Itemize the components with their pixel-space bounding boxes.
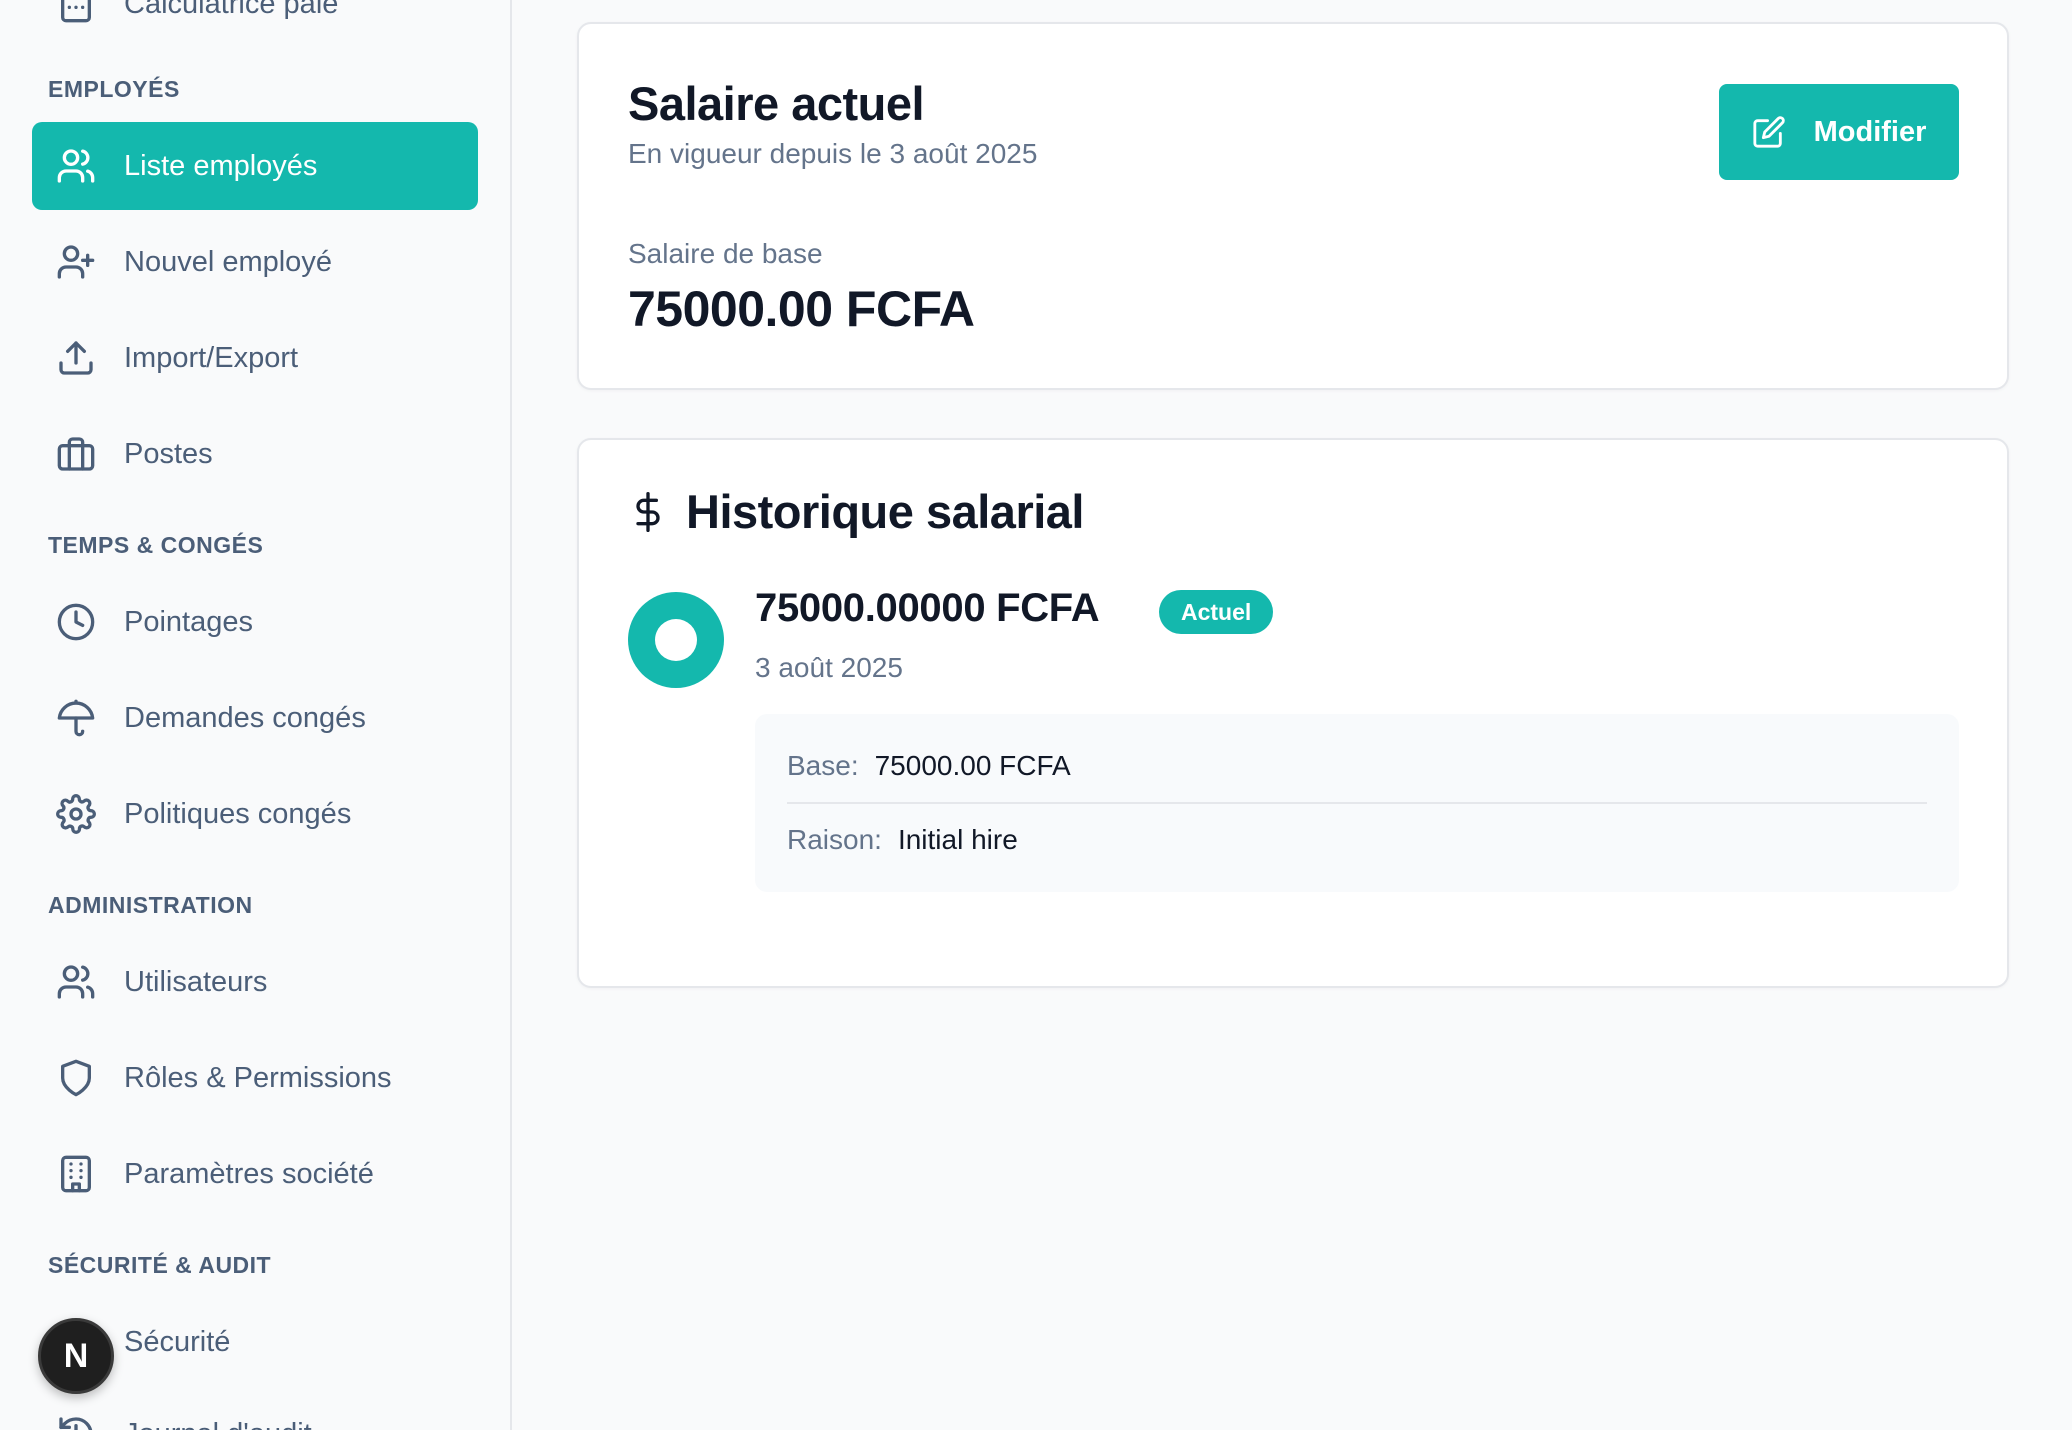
sidebar-item-liste-employes[interactable]: Liste employés [32, 122, 478, 210]
sidebar-item-calculatrice-paie[interactable]: Calculatrice paie [32, 0, 478, 48]
sidebar-item-utilisateurs[interactable]: Utilisateurs [32, 938, 478, 1026]
sidebar-item-label: Calculatrice paie [124, 0, 339, 20]
detail-row-reason: Raison: Initial hire [787, 824, 1018, 856]
sidebar-item-label: Paramètres société [124, 1157, 374, 1190]
briefcase-icon [56, 434, 96, 474]
user-plus-icon [56, 242, 96, 282]
detail-value: Initial hire [897, 824, 1018, 855]
avatar-letter: N [63, 1336, 89, 1375]
upload-icon [56, 338, 96, 378]
clock-icon [56, 602, 96, 642]
divider [787, 802, 1927, 804]
status-badge: Actuel [1159, 590, 1274, 634]
modify-button[interactable]: Modifier [1719, 84, 1959, 180]
umbrella-icon [56, 698, 96, 738]
sidebar-item-journal-audit[interactable]: Journal d'audit [32, 1390, 478, 1430]
base-salary-amount: 75000.00 FCFA [628, 281, 975, 337]
detail-key: Raison: [787, 824, 882, 855]
current-salary-subtitle: En vigueur depuis le 3 août 2025 [628, 138, 1038, 169]
sidebar-item-demandes-conges[interactable]: Demandes congés [32, 674, 478, 762]
sidebar-item-label: Rôles & Permissions [124, 1061, 392, 1094]
avatar[interactable]: N [38, 1318, 114, 1394]
building-icon [56, 1154, 96, 1194]
shield-icon [56, 1058, 96, 1098]
sidebar-section-temps-conges: TEMPS & CONGÉS [48, 532, 264, 558]
current-salary-title: Salaire actuel [628, 77, 925, 130]
users-icon [56, 962, 96, 1002]
sidebar: Calculatrice paie EMPLOYÉS Liste employé… [0, 0, 512, 1430]
sidebar-item-parametres-societe[interactable]: Paramètres société [32, 1130, 478, 1218]
timeline-dot [628, 592, 724, 688]
history-icon [56, 1414, 96, 1430]
detail-key: Base: [787, 750, 859, 781]
sidebar-item-label: Journal d'audit [124, 1418, 312, 1430]
modify-button-label: Modifier [1813, 115, 1927, 148]
sidebar-item-label: Politiques congés [124, 797, 352, 830]
sidebar-item-label: Liste employés [124, 149, 318, 182]
sidebar-item-label: Utilisateurs [124, 965, 268, 998]
sidebar-section-administration: ADMINISTRATION [48, 892, 253, 918]
sidebar-item-nouvel-employe[interactable]: Nouvel employé [32, 218, 478, 306]
sidebar-item-label: Postes [124, 437, 213, 470]
dollar-icon [628, 491, 668, 532]
history-entry-details: Base: 75000.00 FCFA Raison: Initial hire [755, 714, 1959, 892]
gear-icon [56, 794, 96, 834]
sidebar-item-label: Demandes congés [124, 701, 366, 734]
sidebar-item-politiques-conges[interactable]: Politiques congés [32, 770, 478, 858]
detail-value: 75000.00 FCFA [874, 750, 1071, 781]
detail-row-base: Base: 75000.00 FCFA [787, 750, 1071, 782]
history-entry-amount: 75000.00000 FCFA [755, 586, 1100, 630]
app: Calculatrice paie EMPLOYÉS Liste employé… [0, 0, 2072, 1430]
sidebar-item-roles-permissions[interactable]: Rôles & Permissions [32, 1034, 478, 1122]
salary-history-card: Historique salarial 75000.00000 FCFA Act… [577, 438, 2009, 988]
sidebar-item-import-export[interactable]: Import/Export [32, 314, 478, 402]
sidebar-item-label: Import/Export [124, 341, 299, 374]
sidebar-section-securite-audit: SÉCURITÉ & AUDIT [48, 1252, 272, 1278]
sidebar-item-label: Sécurité [124, 1325, 231, 1358]
sidebar-item-label: Pointages [124, 605, 253, 638]
history-entry-date: 3 août 2025 [755, 652, 903, 683]
sidebar-item-label: Nouvel employé [124, 245, 332, 278]
current-salary-card: Salaire actuel En vigueur depuis le 3 ao… [577, 22, 2009, 390]
salary-history-title: Historique salarial [686, 485, 1085, 538]
salary-history-header: Historique salarial [628, 484, 1085, 539]
sidebar-item-postes[interactable]: Postes [32, 410, 478, 498]
users-icon [56, 146, 96, 186]
edit-icon [1752, 115, 1786, 149]
sidebar-section-employes: EMPLOYÉS [48, 76, 180, 102]
sidebar-item-pointages[interactable]: Pointages [32, 578, 478, 666]
base-salary-label: Salaire de base [628, 238, 823, 269]
calculator-icon [56, 0, 96, 24]
